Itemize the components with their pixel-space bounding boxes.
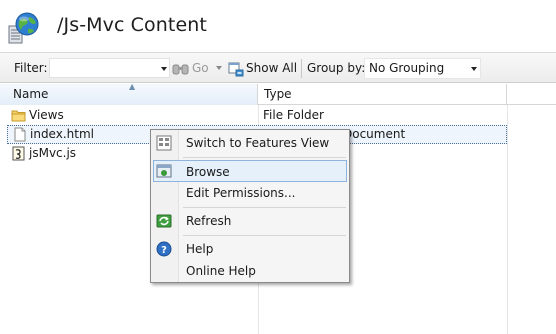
show-all-icon xyxy=(228,53,244,83)
filter-label: Filter: xyxy=(14,61,48,75)
menu-item-refresh[interactable]: Refresh xyxy=(153,210,347,232)
group-by-label: Group by: xyxy=(307,61,366,75)
item-name: jsMvc.js xyxy=(29,146,77,160)
menu-item-edit-permissions[interactable]: Edit Permissions... xyxy=(153,182,347,204)
content-view-header: /Js-Mvc Content xyxy=(0,0,556,52)
item-type: Document xyxy=(343,127,406,141)
menu-item-label: Edit Permissions... xyxy=(186,186,296,200)
item-type: File Folder xyxy=(263,108,324,122)
show-all-button[interactable]: Show All xyxy=(246,53,297,83)
menu-item-label: Refresh xyxy=(186,214,232,228)
help-icon: ? xyxy=(156,241,172,257)
features-view-icon xyxy=(156,135,172,151)
context-menu: Switch to Features View Browse Edit Perm… xyxy=(150,129,350,283)
menu-item-label: Switch to Features View xyxy=(186,136,330,150)
menu-item-label: Help xyxy=(186,242,214,256)
go-button[interactable]: Go xyxy=(192,53,209,83)
menu-item-online-help[interactable]: Online Help xyxy=(153,260,347,282)
menu-item-label: Online Help xyxy=(186,264,256,278)
menu-separator xyxy=(183,157,346,158)
refresh-icon xyxy=(156,213,172,229)
site-globe-icon xyxy=(8,12,40,46)
menu-item-browse[interactable]: Browse xyxy=(153,160,347,182)
html-file-icon xyxy=(12,127,27,142)
group-by-value: No Grouping xyxy=(369,61,445,75)
browse-icon xyxy=(156,163,172,179)
chevron-down-icon[interactable] xyxy=(471,67,477,71)
svg-text:?: ? xyxy=(161,245,167,256)
item-name: index.html xyxy=(30,127,94,141)
filter-toolbar: Filter: Go Show All Group by: No Groupin… xyxy=(0,52,556,83)
list-item[interactable]: Views File Folder xyxy=(7,106,507,125)
js-file-icon xyxy=(11,146,26,161)
column-header-type[interactable]: Type xyxy=(259,84,507,105)
page-title: /Js-Mvc Content xyxy=(57,14,207,36)
menu-item-label: Browse xyxy=(186,165,230,179)
group-by-select[interactable]: No Grouping xyxy=(364,58,481,79)
column-header-name[interactable]: ▲ Name xyxy=(0,82,258,105)
chevron-down-icon[interactable] xyxy=(161,67,167,71)
menu-item-switch-to-features-view[interactable]: Switch to Features View xyxy=(153,132,347,154)
menu-separator xyxy=(183,207,346,208)
binoculars-icon xyxy=(172,53,189,83)
column-header-name-label: Name xyxy=(13,87,49,101)
item-name: Views xyxy=(29,108,64,122)
folder-icon xyxy=(11,108,26,123)
sort-ascending-icon: ▲ xyxy=(129,82,136,91)
go-dropdown-chevron-icon[interactable] xyxy=(216,66,222,70)
column-divider xyxy=(507,105,508,334)
menu-item-help[interactable]: ? Help xyxy=(153,238,347,260)
column-header-type-label: Type xyxy=(264,87,292,101)
menu-separator xyxy=(183,235,346,236)
filter-input[interactable] xyxy=(49,58,170,78)
toolbar-separator xyxy=(301,59,302,78)
grid-header: ▲ Name Type xyxy=(0,82,556,105)
